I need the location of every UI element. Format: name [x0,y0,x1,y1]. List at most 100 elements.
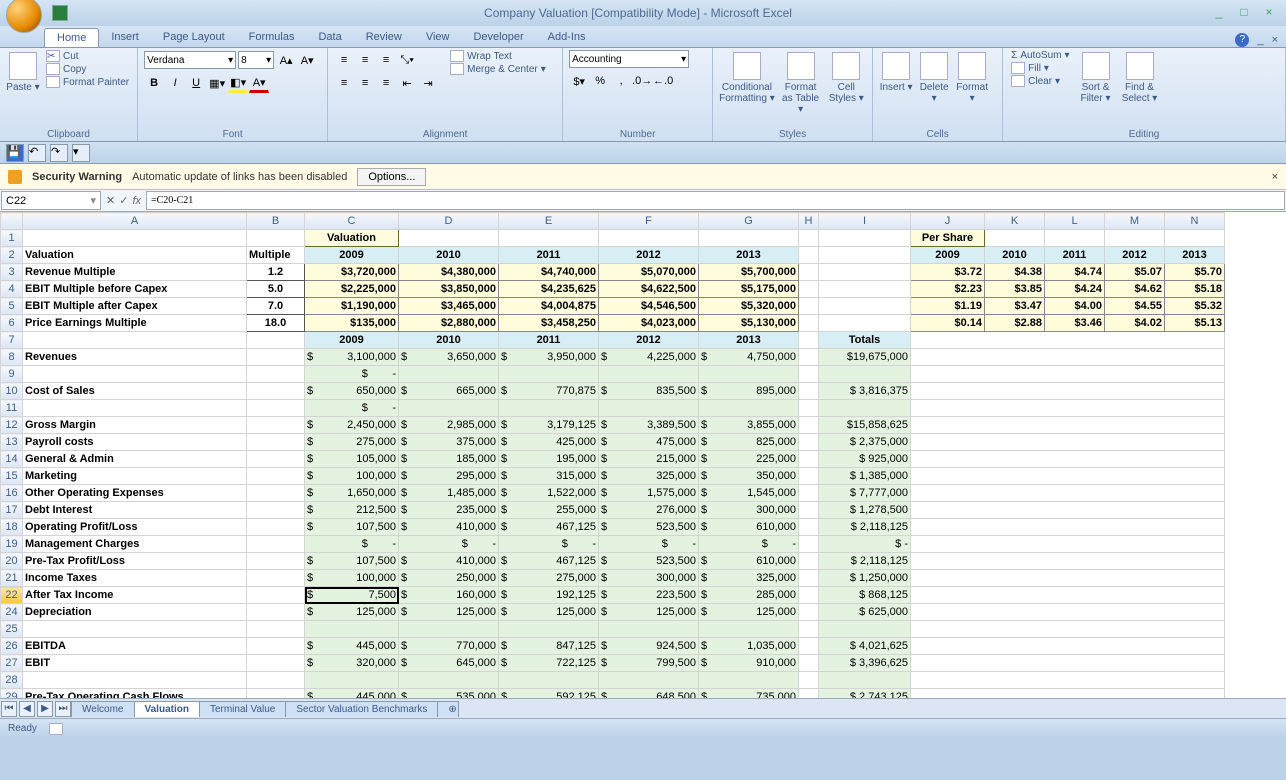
cell[interactable] [819,672,911,689]
cell[interactable] [23,621,247,638]
cell[interactable]: $19,675,000 [819,349,911,366]
tab-add-ins[interactable]: Add-Ins [536,28,598,47]
cell[interactable]: Revenues [23,349,247,366]
sheet-nav-prev[interactable]: ◀ [19,701,35,717]
fill-button[interactable]: Fill ▾ [1009,62,1071,74]
cancel-formula-button[interactable]: ✕ [106,194,115,207]
cell[interactable]: $4,380,000 [399,264,499,281]
cell[interactable]: EBIT Multiple after Capex [23,298,247,315]
row-header-12[interactable]: 12 [1,417,23,434]
tab-developer[interactable]: Developer [461,28,535,47]
row-header-20[interactable]: 20 [1,553,23,570]
cell[interactable]: 2011 [499,247,599,264]
cell[interactable]: $2,225,000 [305,281,399,298]
tab-page-layout[interactable]: Page Layout [151,28,237,47]
cell[interactable]: EBIT [23,655,247,672]
row-header-14[interactable]: 14 [1,451,23,468]
cell[interactable] [23,400,247,417]
cell[interactable]: $5,320,000 [699,298,799,315]
increase-decimal-button[interactable]: .0→ [632,71,652,91]
row-header-2[interactable]: 2 [1,247,23,264]
cell[interactable]: 5.0 [247,281,305,298]
cell[interactable]: 2013 [699,332,799,349]
align-bottom-button[interactable]: ≡ [376,50,396,70]
close-security-bar-button[interactable]: × [1272,171,1278,183]
cell[interactable]: 2010 [399,247,499,264]
row-header-27[interactable]: 27 [1,655,23,672]
align-center-button[interactable]: ≡ [355,73,375,93]
macro-record-icon[interactable] [49,723,63,735]
cell[interactable]: $4,235,625 [499,281,599,298]
row-header-6[interactable]: 6 [1,315,23,332]
row-header-19[interactable]: 19 [1,536,23,553]
format-cells-button[interactable]: Format ▾ [955,50,989,104]
align-top-button[interactable]: ≡ [334,50,354,70]
undo-button[interactable]: ↶ [28,144,46,162]
grow-font-button[interactable]: A▴ [276,50,296,70]
underline-button[interactable]: U [186,73,206,93]
row-header-26[interactable]: 26 [1,638,23,655]
merge-center-button[interactable]: Merge & Center ▾ [448,63,548,75]
row-header-4[interactable]: 4 [1,281,23,298]
cell[interactable]: Price Earnings Multiple [23,315,247,332]
font-size-combo[interactable]: 8▾ [238,51,274,69]
cell[interactable]: $4,004,875 [499,298,599,315]
cell[interactable] [819,621,911,638]
fill-color-button[interactable]: ◧▾ [228,73,248,93]
cell[interactable]: $5,175,000 [699,281,799,298]
cell[interactable]: $ 625,000 [819,604,911,621]
cell[interactable]: $5,070,000 [599,264,699,281]
cell[interactable]: $ 868,125 [819,587,911,604]
sheet-nav-next[interactable]: ▶ [37,701,53,717]
cell[interactable]: $4.74 [1045,264,1105,281]
border-button[interactable]: ▦▾ [207,73,227,93]
close-button[interactable]: × [1258,5,1280,21]
align-right-button[interactable]: ≡ [376,73,396,93]
cell[interactable]: Gross Margin [23,417,247,434]
cell[interactable]: $3,458,250 [499,315,599,332]
col-header-E[interactable]: E [499,213,599,230]
clear-button[interactable]: Clear ▾ [1009,75,1071,87]
orientation-button[interactable]: ⤡▾ [397,50,417,70]
cell[interactable]: Cost of Sales [23,383,247,400]
enter-formula-button[interactable]: ✓ [119,194,128,207]
save-button[interactable]: 💾 [6,144,24,162]
cell[interactable]: $3.47 [985,298,1045,315]
cell[interactable]: Payroll costs [23,434,247,451]
cell[interactable]: Marketing [23,468,247,485]
col-header-A[interactable]: A [23,213,247,230]
cell[interactable]: $4.55 [1105,298,1165,315]
delete-cells-button[interactable]: Delete ▾ [917,50,951,104]
font-name-combo[interactable]: Verdana▾ [144,51,236,69]
cell[interactable]: 2012 [1105,247,1165,264]
currency-button[interactable]: $▾ [569,71,589,91]
cell[interactable] [23,366,247,383]
col-header-C[interactable]: C [305,213,399,230]
tab-data[interactable]: Data [306,28,353,47]
cell[interactable]: $ 3,816,375 [819,383,911,400]
cell[interactable]: $ 4,021,625 [819,638,911,655]
autosum-button[interactable]: Σ AutoSum ▾ [1009,50,1071,61]
cell[interactable]: 2012 [599,247,699,264]
col-header-H[interactable]: H [799,213,819,230]
sort-filter-button[interactable]: Sort & Filter ▾ [1076,50,1116,104]
cell[interactable]: Per Share [911,230,985,247]
cell[interactable]: $4.02 [1105,315,1165,332]
cell[interactable]: Other Operating Expenses [23,485,247,502]
cell[interactable]: $ 1,250,000 [819,570,911,587]
row-header-29[interactable]: 29 [1,689,23,699]
font-color-button[interactable]: A▾ [249,73,269,93]
sheet-tab-sector-valuation-benchmarks[interactable]: Sector Valuation Benchmarks [285,701,438,717]
paste-button[interactable]: Paste ▾ [6,50,40,93]
cell[interactable]: Valuation [305,230,399,247]
cell[interactable]: $5,130,000 [699,315,799,332]
format-painter-button[interactable]: Format Painter [44,76,131,88]
cell[interactable]: $3,465,000 [399,298,499,315]
row-header-8[interactable]: 8 [1,349,23,366]
cell[interactable]: 2009 [305,247,399,264]
sheet-tab-terminal-value[interactable]: Terminal Value [199,701,286,717]
cell[interactable]: $3.85 [985,281,1045,298]
cell[interactable]: Revenue Multiple [23,264,247,281]
row-header-13[interactable]: 13 [1,434,23,451]
cell[interactable]: $2,880,000 [399,315,499,332]
